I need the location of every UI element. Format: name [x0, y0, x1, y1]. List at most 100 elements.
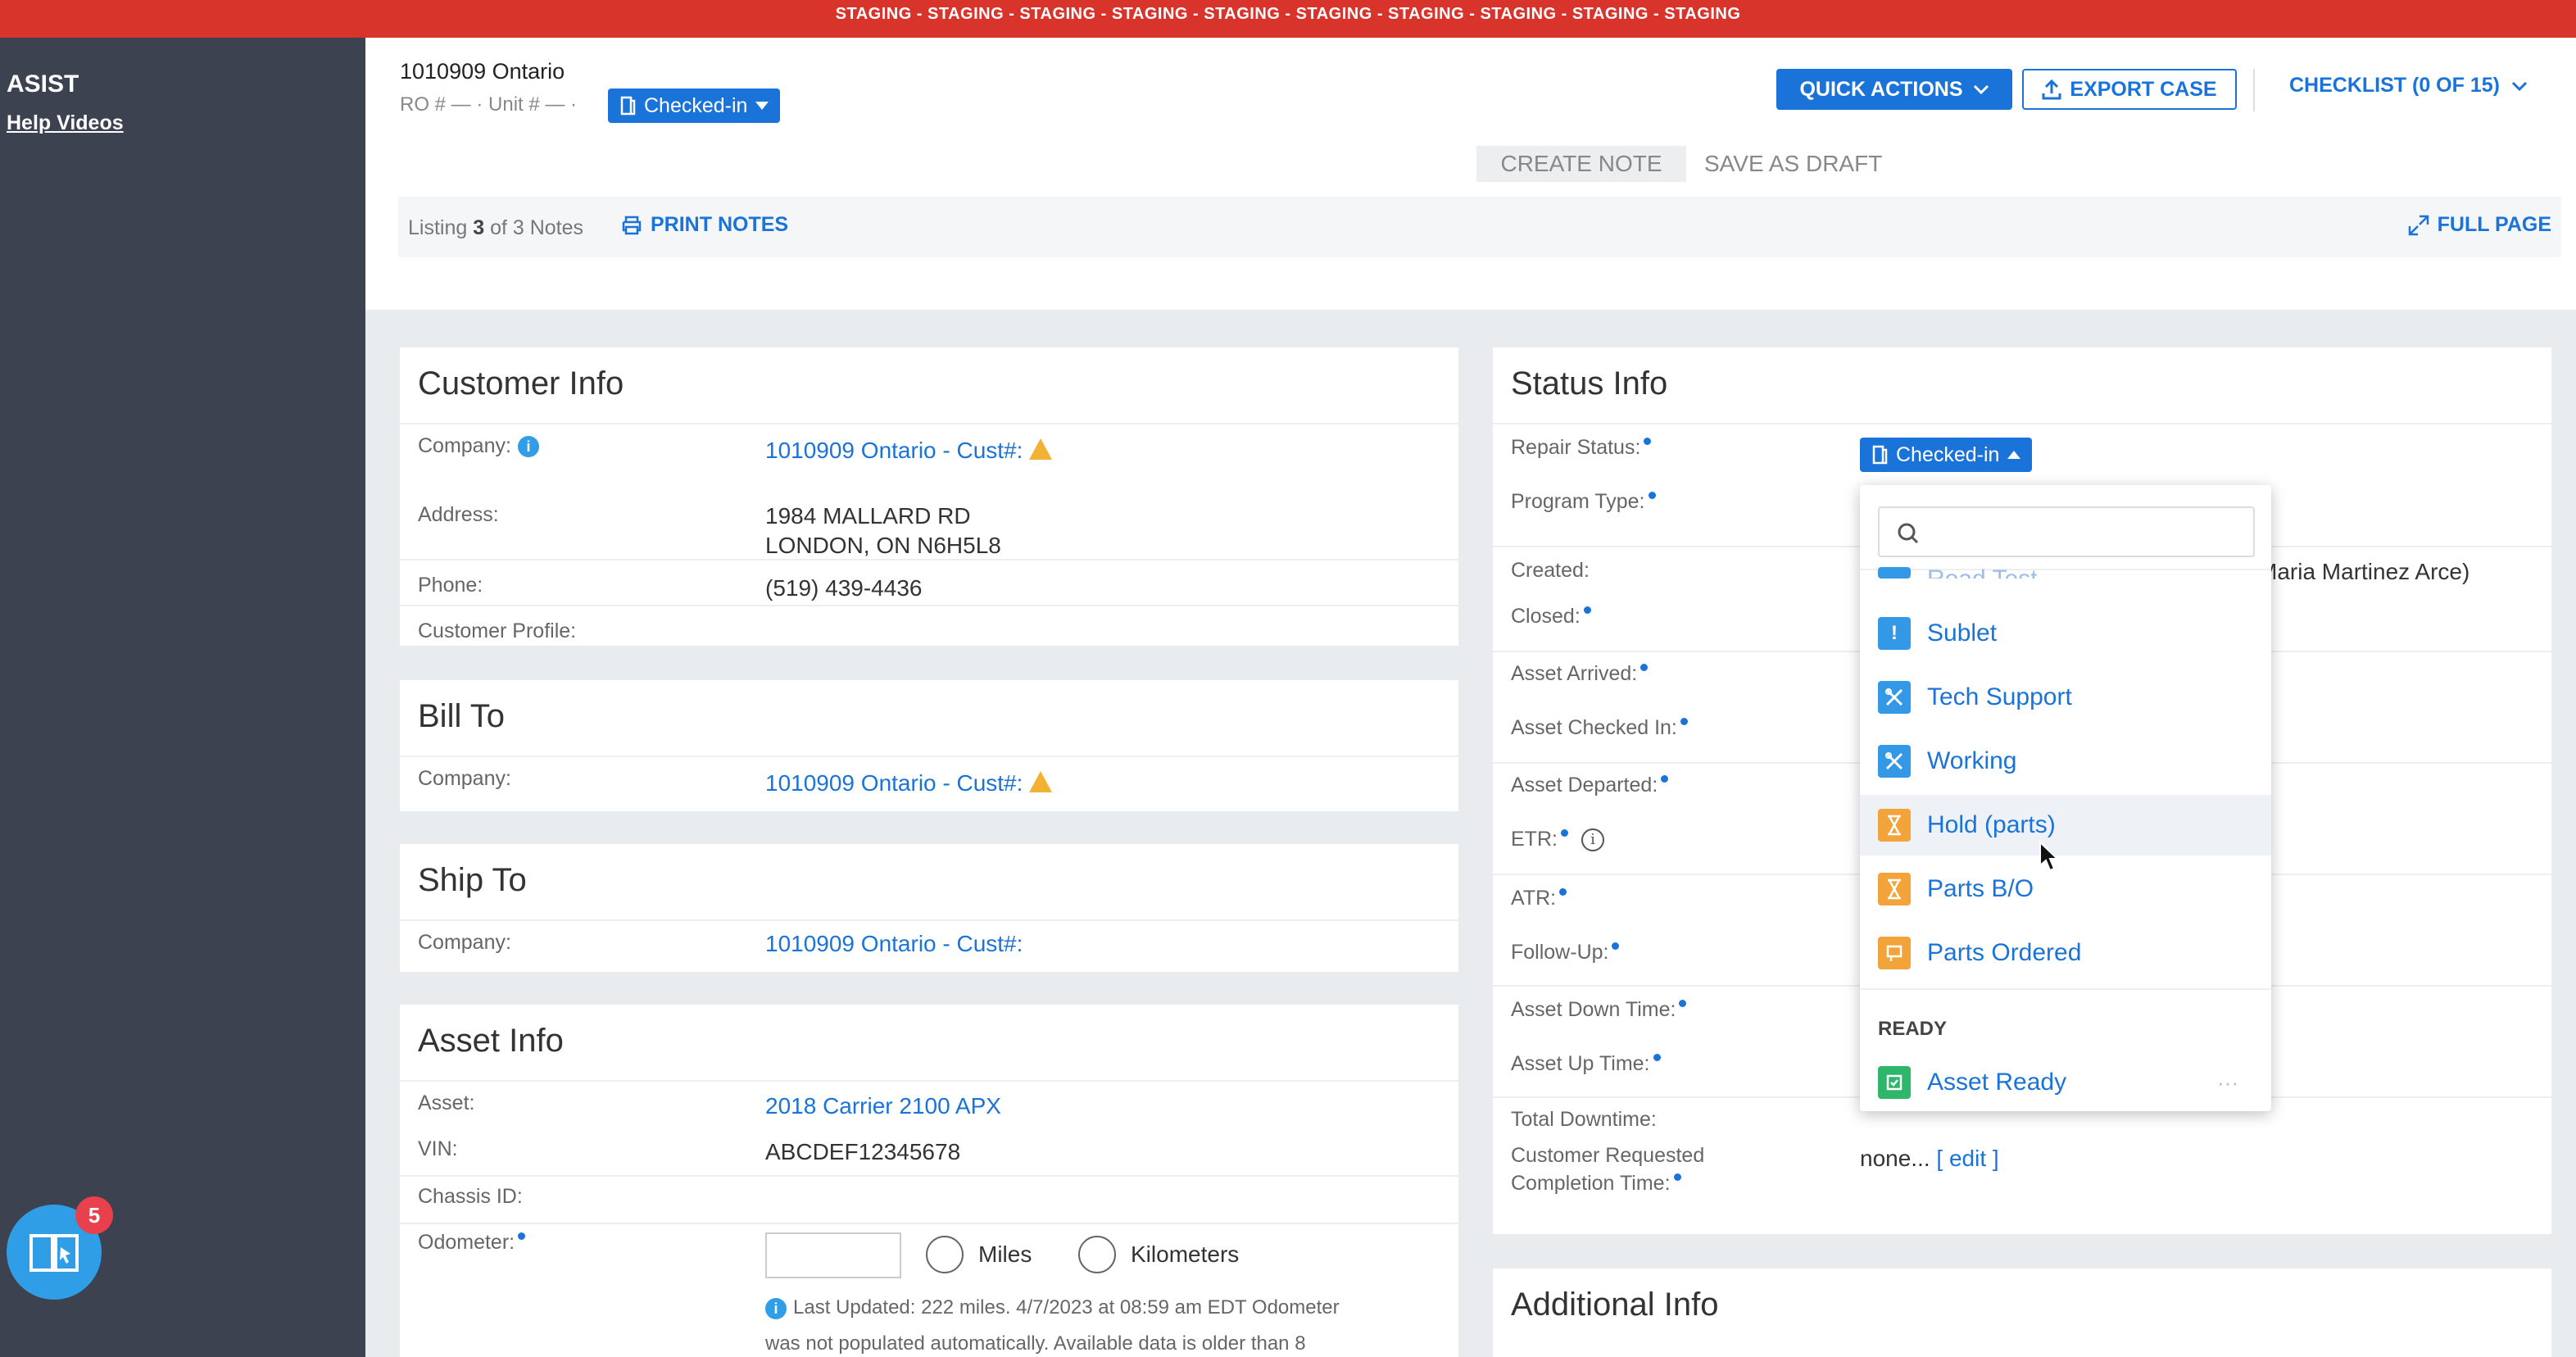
- asset-info-card: Asset Info Asset: 2018 Carrier 2100 APX …: [400, 1005, 1458, 1357]
- status-option-sublet[interactable]: ! Sublet: [1860, 603, 2271, 664]
- full-page-label: FULL PAGE: [2437, 213, 2551, 236]
- address-line-2: LONDON, ON N6H5L8: [765, 533, 1001, 558]
- expand-icon: [2408, 215, 2429, 235]
- status-option-label: Sublet: [1927, 620, 1998, 647]
- exclamation-icon: !: [1878, 617, 1911, 650]
- repair-status-dropdown[interactable]: Checked-in: [1860, 438, 2033, 472]
- export-case-button[interactable]: EXPORT CASE: [2022, 69, 2237, 110]
- etr-label: ETR:: [1511, 828, 1558, 851]
- ship-to-company-row: Company: 1010909 Ontario - Cust#:: [400, 919, 1458, 972]
- help-videos-link[interactable]: Help Videos: [7, 111, 124, 135]
- customer-company-link[interactable]: 1010909 Ontario - Cust#:: [765, 438, 1023, 463]
- status-option-label: Parts Ordered: [1927, 939, 2082, 966]
- more-icon[interactable]: ···: [2217, 1070, 2238, 1096]
- status-option-label: Road Test: [1927, 565, 2038, 579]
- asset-info-title: Asset Info: [418, 1023, 564, 1059]
- status-option-label: Tech Support: [1927, 683, 2072, 710]
- full-page-button[interactable]: FULL PAGE: [2408, 213, 2551, 237]
- created-value: Maria Martinez Arce): [2258, 559, 2470, 584]
- customer-info-card: Customer Info Company: i 1010909 Ontario …: [400, 347, 1458, 646]
- crct-edit-link[interactable]: edit: [1949, 1146, 1986, 1171]
- print-notes-label: PRINT NOTES: [651, 213, 789, 236]
- total-downtime-label: Total Downtime:: [1511, 1108, 1657, 1131]
- customer-profile-label: Customer Profile:: [418, 620, 577, 642]
- chassis-row: Chassis ID:: [400, 1175, 1458, 1208]
- odometer-input[interactable]: [765, 1232, 901, 1278]
- customer-profile-row: Customer Profile:: [400, 605, 1458, 646]
- quick-actions-label: QUICK ACTIONS: [1799, 77, 1963, 101]
- asset-link[interactable]: 2018 Carrier 2100 APX: [765, 1093, 1001, 1119]
- additional-info-card: Additional Info: [1493, 1268, 2551, 1357]
- info-icon[interactable]: i: [517, 436, 539, 458]
- asset-departed-label: Asset Departed:: [1511, 774, 1658, 796]
- vin-label: VIN:: [418, 1137, 458, 1160]
- asset-up-time-label: Asset Up Time:: [1511, 1052, 1650, 1075]
- checkin-icon: [620, 96, 636, 116]
- status-icon: [1878, 567, 1911, 579]
- chassis-label: Chassis ID:: [418, 1185, 523, 1208]
- miles-radio[interactable]: [926, 1236, 964, 1273]
- status-option-hold-parts[interactable]: Hold (parts): [1860, 795, 2271, 856]
- asset-ready-icon: [1878, 1066, 1911, 1099]
- checkin-icon: [1872, 445, 1888, 465]
- header-status-label: Checked-in: [644, 93, 748, 117]
- export-case-label: EXPORT CASE: [2070, 77, 2217, 101]
- header-status-pill[interactable]: Checked-in: [608, 88, 781, 123]
- miles-label: Miles: [978, 1241, 1032, 1267]
- odometer-note: i Last Updated: 222 miles. 4/7/2023 at 08…: [765, 1296, 1340, 1355]
- app-title: ASIST: [7, 70, 79, 98]
- customer-requested-row: Customer Requested Completion Time: none…: [1511, 1144, 1999, 1195]
- miles-option[interactable]: Miles: [926, 1236, 1032, 1273]
- ship-to-company-link[interactable]: 1010909 Ontario - Cust#:: [765, 931, 1023, 957]
- save-draft-button[interactable]: SAVE AS DRAFT: [1704, 146, 1882, 182]
- status-option-asset-ready[interactable]: Asset Ready ···: [1860, 1052, 2271, 1111]
- case-header: 1010909 Ontario RO # — · Unit # — · Chec…: [365, 38, 2576, 146]
- chevron-down-icon: [1973, 84, 1989, 94]
- tools-icon: [1878, 745, 1911, 778]
- repair-status-row: Repair Status: Checked-in: [1493, 423, 2551, 480]
- required-dot: [518, 1232, 526, 1240]
- warning-icon: [1029, 438, 1053, 460]
- follow-up-label: Follow-Up:: [1511, 941, 1609, 964]
- case-title: 1010909 Ontario: [400, 59, 565, 84]
- checklist-label: CHECKLIST (0 OF 15): [2289, 74, 2500, 97]
- status-dropdown-menu: Road Test ! Sublet Tech Support Working …: [1860, 485, 2271, 1111]
- print-notes-button[interactable]: PRINT NOTES: [621, 213, 788, 237]
- status-info-title: Status Info: [1511, 365, 1668, 402]
- asset-label: Asset:: [418, 1092, 475, 1114]
- status-option-parts-ordered[interactable]: Parts Ordered: [1860, 923, 2271, 983]
- ship-to-title: Ship To: [418, 862, 527, 898]
- bill-to-company-row: Company: 1010909 Ontario - Cust#:: [400, 756, 1458, 811]
- caret-down-icon: [755, 102, 769, 110]
- status-option-partial[interactable]: Road Test: [1860, 549, 2271, 579]
- closed-label: Closed:: [1511, 605, 1581, 628]
- parts-icon: [1878, 937, 1911, 969]
- phone-value: (519) 439-4436: [765, 575, 923, 601]
- mouse-cursor-icon: [2039, 841, 2060, 872]
- vin-row: VIN: ABCDEF12345678: [400, 1129, 1458, 1177]
- crct-value: none...: [1860, 1146, 1930, 1171]
- info-outline-icon[interactable]: i: [1581, 828, 1604, 852]
- status-option-tech-support[interactable]: Tech Support: [1860, 667, 2271, 728]
- status-option-working[interactable]: Working: [1860, 731, 2271, 792]
- quick-actions-button[interactable]: QUICK ACTIONS: [1776, 69, 2012, 110]
- chevron-down-icon: [2511, 81, 2528, 91]
- kilometers-radio[interactable]: [1078, 1236, 1116, 1273]
- checklist-button[interactable]: CHECKLIST (0 OF 15): [2289, 74, 2528, 98]
- bill-to-company-link[interactable]: 1010909 Ontario - Cust#:: [765, 770, 1023, 796]
- repair-status-label: Repair Status:: [1511, 436, 1641, 459]
- tools-icon: [1878, 681, 1911, 714]
- repair-status-value: Checked-in: [1896, 442, 2000, 466]
- staging-banner: STAGING - STAGING - STAGING - STAGING - …: [0, 0, 2576, 38]
- create-note-button[interactable]: CREATE NOTE: [1476, 146, 1686, 182]
- asset-arrived-label: Asset Arrived:: [1511, 662, 1638, 685]
- sidebar: ASIST Help Videos 5: [0, 38, 365, 1357]
- status-option-parts-bo[interactable]: Parts B/O: [1860, 859, 2271, 919]
- company-label: Company:: [418, 767, 511, 790]
- notification-badge: 5: [75, 1196, 113, 1234]
- customer-phone-row: Phone: (519) 439-4436: [400, 559, 1458, 605]
- required-dot: [1644, 438, 1652, 445]
- bill-to-card: Bill To Company: 1010909 Ontario - Cust#…: [400, 680, 1458, 811]
- kilometers-option[interactable]: Kilometers: [1078, 1236, 1239, 1273]
- hourglass-icon: [1878, 809, 1911, 842]
